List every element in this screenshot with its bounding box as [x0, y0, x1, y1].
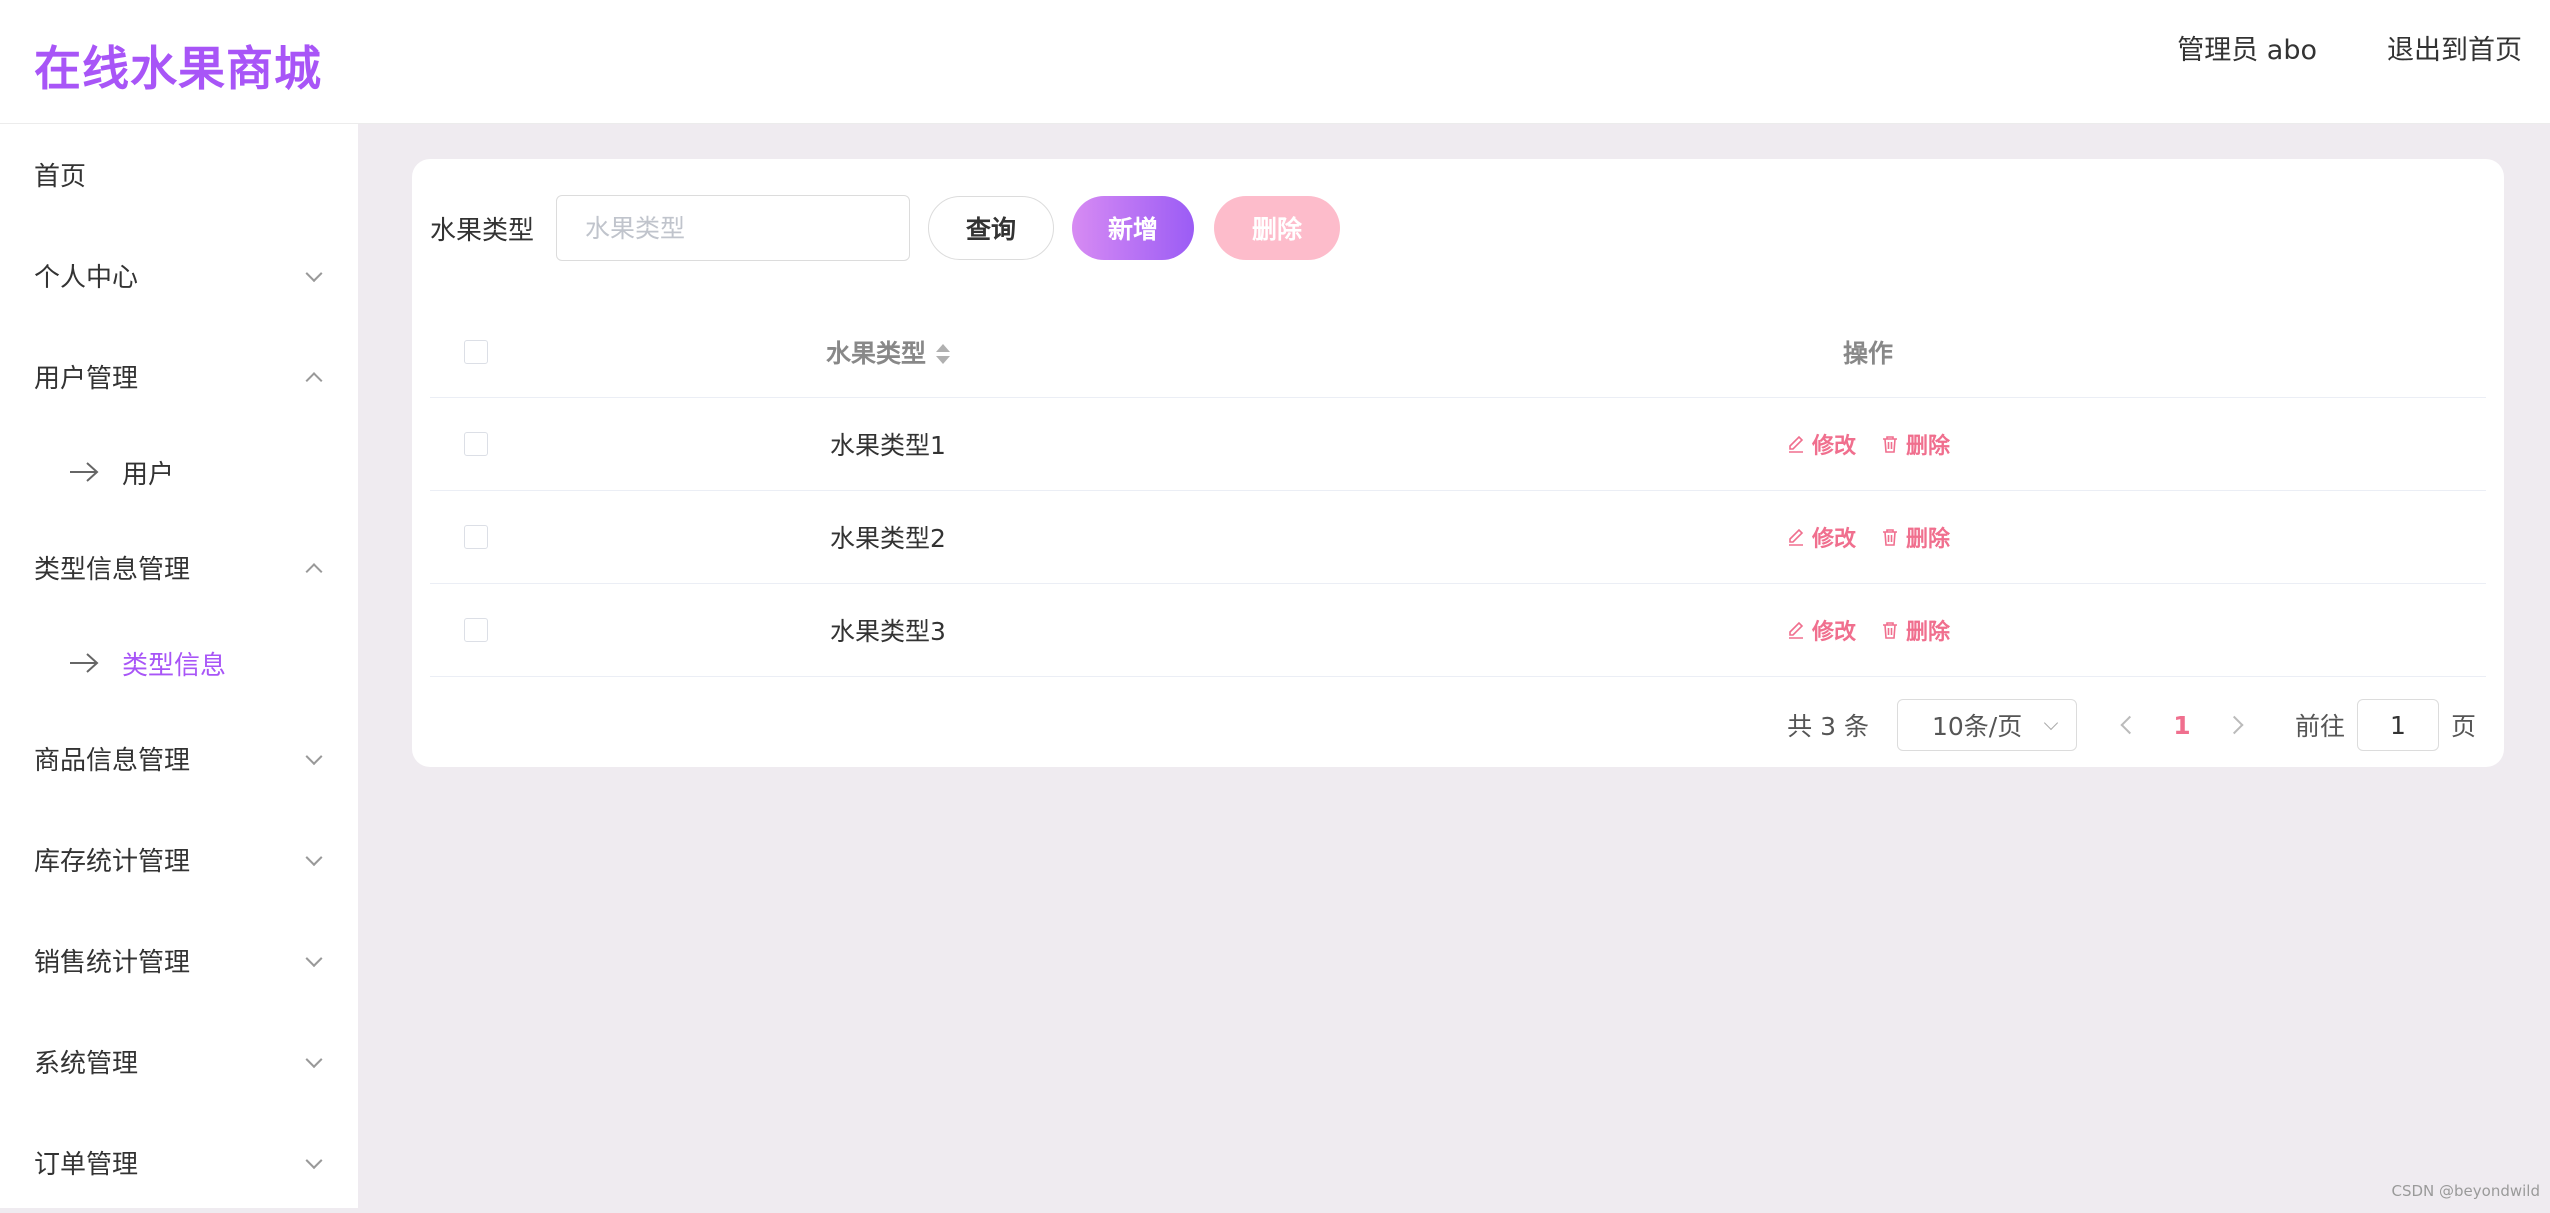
sidebar-subitem-user[interactable]: 用户 — [0, 427, 358, 517]
search-toolbar: 水果类型 查询 新增 删除 — [430, 195, 1340, 261]
edit-link[interactable]: 修改 — [1786, 614, 1856, 646]
sidebar-item-label: 首页 — [34, 156, 86, 193]
batch-delete-button[interactable]: 删除 — [1214, 196, 1340, 260]
delete-label: 删除 — [1906, 428, 1950, 460]
cell-type: 水果类型1 — [526, 426, 1250, 462]
sidebar-item-personal-center[interactable]: 个人中心 — [0, 225, 358, 326]
trash-icon — [1880, 434, 1900, 454]
table-header-row: 水果类型 操作 — [430, 307, 2486, 398]
sidebar-item-label: 用户管理 — [34, 358, 138, 395]
edit-icon — [1786, 620, 1806, 640]
chevron-down-icon — [306, 1152, 323, 1169]
admin-user-link[interactable]: 管理员 abo — [2177, 28, 2317, 67]
delete-link[interactable]: 删除 — [1880, 521, 1950, 553]
sidebar-item-label: 系统管理 — [34, 1043, 138, 1080]
top-header: 在线水果商城 管理员 abo 退出到首页 — [0, 0, 2550, 124]
page-number-1[interactable]: 1 — [2147, 711, 2217, 740]
chevron-down-icon — [306, 748, 323, 765]
table-row: 水果类型1 修改 删除 — [430, 398, 2486, 491]
pagination: 共 3 条 10条/页 1 前往 页 — [1787, 699, 2476, 751]
chevron-up-icon — [306, 563, 323, 580]
trash-icon — [1880, 527, 1900, 547]
sort-icon[interactable] — [936, 344, 950, 366]
cell-type: 水果类型2 — [526, 519, 1250, 555]
query-button[interactable]: 查询 — [928, 196, 1054, 260]
sidebar-item-label: 个人中心 — [34, 257, 138, 294]
sidebar-item-type-management[interactable]: 类型信息管理 — [0, 517, 358, 618]
row-checkbox[interactable] — [464, 432, 488, 456]
row-checkbox[interactable] — [464, 618, 488, 642]
delete-link[interactable]: 删除 — [1880, 614, 1950, 646]
edit-label: 修改 — [1812, 521, 1856, 553]
trash-icon — [1880, 620, 1900, 640]
edit-link[interactable]: 修改 — [1786, 428, 1856, 460]
sidebar-subitem-label: 用户 — [122, 454, 174, 491]
page-size-select[interactable]: 10条/页 — [1897, 699, 2077, 751]
goto-page-input[interactable] — [2357, 699, 2439, 751]
chevron-down-icon — [306, 265, 323, 282]
app-logo: 在线水果商城 — [34, 30, 322, 99]
chevron-down-icon — [306, 849, 323, 866]
sidebar-item-label: 类型信息管理 — [34, 549, 190, 586]
prev-page-button[interactable] — [2107, 705, 2147, 745]
sidebar-item-order-management[interactable]: 订单管理 — [0, 1112, 358, 1213]
chevron-down-icon — [2044, 716, 2058, 730]
sidebar-item-label: 商品信息管理 — [34, 740, 190, 777]
content-card: 水果类型 查询 新增 删除 水果类型 操作 水果类型1 修改 删除 — [412, 159, 2504, 767]
sidebar-item-label: 销售统计管理 — [34, 942, 190, 979]
row-checkbox[interactable] — [464, 525, 488, 549]
watermark: CSDN @beyondwild — [2392, 1182, 2541, 1200]
delete-link[interactable]: 删除 — [1880, 428, 1950, 460]
sidebar-item-sales-stats[interactable]: 销售统计管理 — [0, 910, 358, 1011]
page-size-value: 10条/页 — [1932, 707, 2022, 743]
delete-label: 删除 — [1906, 521, 1950, 553]
select-all-checkbox[interactable] — [464, 340, 488, 364]
sidebar-item-home[interactable]: 首页 — [0, 124, 358, 225]
sidebar-item-product-management[interactable]: 商品信息管理 — [0, 708, 358, 809]
fruit-type-search-input[interactable] — [556, 195, 910, 261]
cell-actions: 修改 删除 — [1250, 521, 2486, 553]
column-header-type[interactable]: 水果类型 — [526, 334, 1250, 370]
goto-suffix: 页 — [2451, 707, 2476, 743]
sidebar-subitem-type-info[interactable]: 类型信息 — [0, 618, 358, 708]
edit-link[interactable]: 修改 — [1786, 521, 1856, 553]
sidebar-item-label: 订单管理 — [34, 1144, 138, 1181]
column-header-label: 水果类型 — [826, 339, 926, 368]
cell-actions: 修改 删除 — [1250, 614, 2486, 646]
add-button[interactable]: 新增 — [1072, 196, 1194, 260]
cell-actions: 修改 删除 — [1250, 428, 2486, 460]
exit-home-link[interactable]: 退出到首页 — [2387, 28, 2522, 67]
chevron-down-icon — [306, 1051, 323, 1068]
edit-label: 修改 — [1812, 428, 1856, 460]
table-row: 水果类型2 修改 删除 — [430, 491, 2486, 584]
sidebar-item-label: 库存统计管理 — [34, 841, 190, 878]
chevron-up-icon — [306, 372, 323, 389]
header-right: 管理员 abo 退出到首页 — [2177, 28, 2522, 67]
goto-prefix: 前往 — [2295, 707, 2345, 743]
sidebar-subitem-label: 类型信息 — [122, 645, 226, 682]
total-count: 共 3 条 — [1787, 707, 1869, 743]
arrow-right-icon — [68, 652, 100, 674]
next-page-button[interactable] — [2217, 705, 2257, 745]
delete-label: 删除 — [1906, 614, 1950, 646]
edit-label: 修改 — [1812, 614, 1856, 646]
edit-icon — [1786, 527, 1806, 547]
sidebar-item-inventory-stats[interactable]: 库存统计管理 — [0, 809, 358, 910]
chevron-down-icon — [306, 950, 323, 967]
column-header-op: 操作 — [1250, 334, 2486, 370]
sidebar: 首页 个人中心 用户管理 用户 类型信息管理 类型信息 商品信息管理 库存统计管… — [0, 124, 358, 1208]
search-label: 水果类型 — [430, 210, 534, 247]
arrow-right-icon — [68, 461, 100, 483]
table-row: 水果类型3 修改 删除 — [430, 584, 2486, 677]
sidebar-item-system-management[interactable]: 系统管理 — [0, 1011, 358, 1112]
type-table: 水果类型 操作 水果类型1 修改 删除 水果类型2 — [430, 307, 2486, 677]
edit-icon — [1786, 434, 1806, 454]
cell-type: 水果类型3 — [526, 612, 1250, 648]
sidebar-item-user-management[interactable]: 用户管理 — [0, 326, 358, 427]
